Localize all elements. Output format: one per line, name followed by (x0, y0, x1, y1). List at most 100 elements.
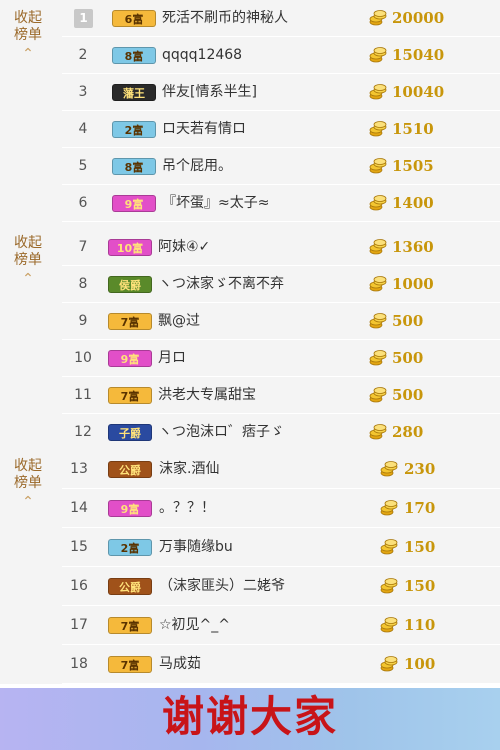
gold-coin-icon (369, 312, 387, 330)
level-badge: 8富 (112, 158, 156, 175)
coin-amount: 230 (404, 460, 436, 478)
collapse-toggle[interactable]: 收起 榜单 ⌃ (0, 448, 56, 511)
rank-row[interactable]: 1 6富 死活不刷币的神秘人 20000 (62, 0, 500, 37)
coin-amount: 10040 (392, 83, 445, 101)
coin-amount: 1360 (392, 238, 434, 256)
chevron-up-icon: ⌃ (22, 271, 34, 287)
rank-row[interactable]: 17 7富 ☆初见^_^ 110 (62, 606, 500, 645)
gold-coin-icon (369, 238, 387, 256)
rank-number: 14 (70, 500, 88, 516)
level-badge: 公爵 (108, 461, 152, 478)
coin-amount: 170 (404, 499, 436, 517)
rank-row[interactable]: 11 7富 洪老大专属甜宝 500 (62, 377, 500, 414)
user-name[interactable]: 月ロ (158, 340, 186, 376)
rank-row[interactable]: 15 2富 万事随缘bu 150 (62, 528, 500, 567)
coin-amount: 500 (392, 349, 424, 367)
gold-coin-icon (369, 386, 387, 404)
level-badge: 9富 (108, 350, 152, 367)
level-badge: 子爵 (108, 424, 152, 441)
gold-coin-icon (380, 460, 398, 478)
level-badge: 2富 (112, 121, 156, 138)
level-badge: 7富 (108, 617, 152, 634)
rank-row[interactable]: 10 9富 月ロ 500 (62, 340, 500, 377)
rank-row[interactable]: 5 8富 吊个屁用。 1505 (62, 148, 500, 185)
user-name[interactable]: 洪老大专属甜宝 (158, 377, 256, 413)
gold-coin-icon (380, 655, 398, 673)
collapse-toggle[interactable]: 收起 榜单 ⌃ (0, 225, 56, 288)
level-badge: 藩王 (112, 84, 156, 101)
collapse-label: 收起 (14, 10, 42, 26)
user-name[interactable]: 飘@过 (158, 303, 200, 339)
collapse-label: 收起 (14, 458, 42, 474)
coin-amount: 150 (404, 538, 436, 556)
rank-row[interactable]: 2 8富 qqqq12468 15040 (62, 37, 500, 74)
level-badge: 9富 (108, 500, 152, 517)
rank-row[interactable]: 6 9富 『坏蛋』≈太子≈ 1400 (62, 185, 500, 222)
user-name[interactable]: 吊个屁用。 (162, 148, 232, 184)
level-badge: 7富 (108, 656, 152, 673)
level-badge: 8富 (112, 47, 156, 64)
rank-row[interactable]: 9 7富 飘@过 500 (62, 303, 500, 340)
rank-number: 4 (78, 121, 88, 137)
user-name[interactable]: 。？？！ (159, 489, 215, 527)
gold-coin-icon (369, 275, 387, 293)
rank-row[interactable]: 16 公爵 （沫家匪头）二姥爷 150 (62, 567, 500, 606)
user-name[interactable]: 沫家.酒仙 (159, 450, 219, 488)
coin-amount: 20000 (392, 9, 445, 27)
rank-number: 18 (70, 656, 88, 672)
rank-row[interactable]: 3 藩王 伴友[情系半生] 10040 (62, 74, 500, 111)
rank-number: 10 (74, 350, 92, 366)
rank-number: 9 (78, 313, 88, 329)
gold-coin-icon (369, 423, 387, 441)
collapse-label: 榜单 (14, 252, 42, 268)
rank-section-1: 收起 榜单 ⌃ 1 6富 死活不刷币的神秘人 20000 2 8富 qqqq12468 150… (0, 0, 500, 228)
coin-amount: 500 (392, 386, 424, 404)
rank-section-3: 收起 榜单 ⌃ 13 公爵 沫家.酒仙 230 14 9富。？？！ 170 15 2富 万事随缘b… (0, 448, 500, 687)
coin-amount: 1000 (392, 275, 434, 293)
rank-row[interactable]: 14 9富。？？！ 170 (62, 489, 500, 528)
user-name[interactable]: ☆初见^_^ (159, 606, 230, 644)
gold-coin-icon (369, 349, 387, 367)
user-name[interactable]: 伴友[情系半生] (162, 74, 257, 110)
chevron-up-icon: ⌃ (22, 46, 34, 62)
user-name[interactable]: 马成茹 (159, 645, 201, 683)
coin-amount: 110 (404, 616, 436, 634)
collapse-label: 收起 (14, 235, 42, 251)
collapse-label: 榜单 (14, 475, 42, 491)
rank-row[interactable]: 18 7富 马成茹 100 (62, 645, 500, 684)
level-badge: 7富 (108, 387, 152, 404)
rank-row[interactable]: 12 子爵 ヽつ泡沫ロ゛痞子ゞ 280 (62, 414, 500, 451)
user-name[interactable]: 阿妹④✓ (158, 229, 210, 265)
user-name[interactable]: ヽつ泡沫ロ゛痞子ゞ (158, 414, 284, 450)
user-name[interactable]: 死活不刷币的神秘人 (162, 0, 288, 36)
user-name[interactable]: 『坏蛋』≈太子≈ (162, 185, 269, 221)
coin-amount: 1505 (392, 157, 434, 175)
user-name[interactable]: qqqq12468 (162, 37, 242, 73)
coin-amount: 280 (392, 423, 424, 441)
level-badge: 7富 (108, 313, 152, 330)
gold-coin-icon (369, 46, 387, 64)
rank-number: 13 (70, 461, 88, 477)
rank-number: 16 (70, 578, 88, 594)
coin-amount: 150 (404, 577, 436, 595)
rank-row[interactable]: 8 侯爵 ヽつ沫家ゞ不离不弃 1000 (62, 266, 500, 303)
user-name[interactable]: （沫家匪头）二姥爷 (159, 567, 285, 605)
chevron-up-icon: ⌃ (22, 494, 34, 510)
gold-coin-icon (380, 499, 398, 517)
gold-coin-icon (369, 9, 387, 27)
rank-row[interactable]: 7 10富 阿妹④✓ 1360 (62, 229, 500, 266)
user-name[interactable]: 万事随缘bu (159, 528, 233, 566)
collapse-toggle[interactable]: 收起 榜单 ⌃ (0, 0, 56, 63)
rank-number: 12 (74, 424, 92, 440)
gold-coin-icon (380, 616, 398, 634)
level-badge: 公爵 (108, 578, 152, 595)
user-name[interactable]: ロ天若有情ロ (162, 111, 246, 147)
level-badge: 10富 (108, 239, 152, 256)
user-name[interactable]: ヽつ沫家ゞ不离不弃 (158, 266, 284, 302)
rank-row[interactable]: 4 2富 ロ天若有情ロ 1510 (62, 111, 500, 148)
rank-number: 7 (78, 239, 88, 255)
collapse-label: 榜单 (14, 27, 42, 43)
rank-row[interactable]: 13 公爵 沫家.酒仙 230 (62, 450, 500, 489)
gold-coin-icon (380, 538, 398, 556)
rank-number: 8 (78, 276, 88, 292)
